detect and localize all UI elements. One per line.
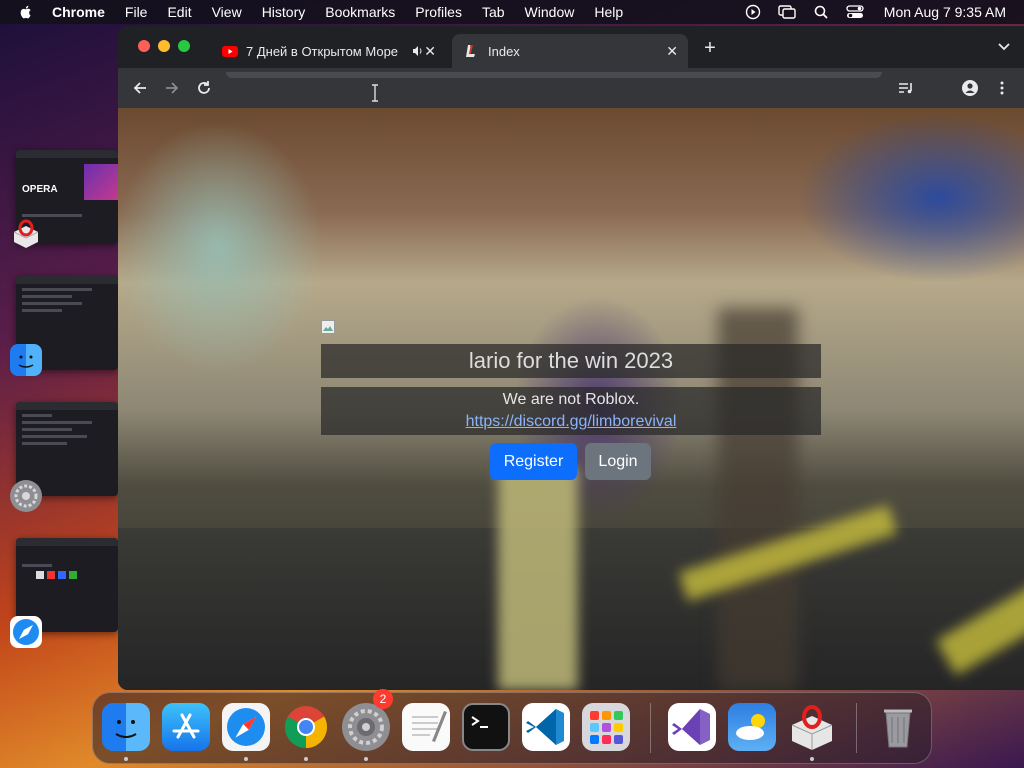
vscode-icon[interactable]: [522, 703, 570, 751]
menu-history[interactable]: History: [262, 4, 306, 20]
menu-edit[interactable]: Edit: [167, 4, 191, 20]
menu-tab[interactable]: Tab: [482, 4, 505, 20]
tab-search-chevron-icon[interactable]: [998, 42, 1010, 52]
chrome-icon[interactable]: [282, 703, 330, 751]
settings-running-dot: [364, 757, 368, 761]
tab-youtube-title: 7 Дней в Открытом Море: [246, 43, 399, 59]
menu-app-name[interactable]: Chrome: [52, 4, 105, 20]
back-arrow-icon[interactable]: [132, 80, 148, 96]
spotlight-search-icon[interactable]: [812, 5, 830, 19]
register-button[interactable]: Register: [490, 443, 577, 480]
safari-icon[interactable]: [222, 703, 270, 751]
system-settings-icon[interactable]: [342, 703, 390, 751]
opera-installer-icon[interactable]: [788, 703, 836, 751]
launchpad-icon[interactable]: [582, 703, 630, 751]
safari-icon[interactable]: [10, 616, 42, 648]
browser-toolbar: [118, 68, 1024, 108]
page-content: lario for the win 2023 We are not Roblox…: [118, 108, 1024, 690]
tab-strip: 7 Дней в Открытом Море ✕ Index ✕ +: [118, 26, 1024, 68]
youtube-icon: [222, 46, 238, 57]
address-bar[interactable]: [226, 72, 882, 78]
tab-index-title: Index: [488, 43, 520, 59]
media-controls-icon[interactable]: [898, 80, 914, 96]
terminal-icon[interactable]: [462, 703, 510, 751]
weather-icon[interactable]: [728, 703, 776, 751]
opera-installer-icon[interactable]: [10, 218, 42, 250]
menu-bar: Chrome File Edit View History Bookmarks …: [0, 0, 1024, 24]
stage-manager-strip: OPERA: [0, 148, 118, 668]
minimize-window-button[interactable]: [158, 40, 170, 52]
opera-thumb-title: OPERA: [22, 184, 58, 195]
tab-index-close-icon[interactable]: ✕: [666, 43, 678, 60]
tab-youtube[interactable]: 7 Дней в Открытом Море ✕: [210, 34, 446, 68]
profile-avatar-icon[interactable]: [962, 80, 978, 96]
menu-profiles[interactable]: Profiles: [415, 4, 462, 20]
textedit-icon[interactable]: [402, 703, 450, 751]
control-center-icon[interactable]: [846, 5, 864, 19]
reload-icon[interactable]: [196, 80, 212, 96]
chrome-running-dot: [304, 757, 308, 761]
app-store-icon[interactable]: [162, 703, 210, 751]
screen-mirroring-icon[interactable]: [778, 5, 796, 19]
tab-youtube-close-icon[interactable]: ✕: [424, 43, 436, 60]
chrome-window: 7 Дней в Открытом Море ✕ Index ✕ + lario…: [118, 26, 1024, 690]
audio-playing-icon[interactable]: [412, 45, 424, 57]
forward-arrow-icon[interactable]: [164, 80, 180, 96]
finder-icon[interactable]: [10, 344, 42, 376]
text-cursor-icon: [372, 84, 378, 102]
discord-link[interactable]: https://discord.gg/limborevival: [321, 413, 821, 431]
more-menu-icon[interactable]: [994, 80, 1010, 96]
dock-separator: [650, 703, 651, 753]
new-tab-button[interactable]: +: [702, 38, 718, 58]
background-yellow-shape: [498, 468, 578, 690]
dock: 2: [92, 689, 932, 764]
page-subtitle: We are not Roblox.: [502, 391, 640, 408]
dock-separator: [856, 703, 857, 753]
menu-view[interactable]: View: [212, 4, 242, 20]
page-title: lario for the win 2023: [321, 344, 821, 378]
settings-notification-badge: 2: [373, 689, 393, 709]
safari-running-dot: [244, 757, 248, 761]
broken-image-icon: [321, 320, 335, 334]
menu-file[interactable]: File: [125, 4, 148, 20]
site-logo-icon: [466, 45, 475, 57]
close-window-button[interactable]: [138, 40, 150, 52]
tab-index[interactable]: Index ✕: [452, 34, 688, 68]
menu-bookmarks[interactable]: Bookmarks: [325, 4, 395, 20]
zoom-window-button[interactable]: [178, 40, 190, 52]
login-button[interactable]: Login: [585, 443, 651, 480]
finder-icon[interactable]: [102, 703, 150, 751]
system-settings-icon[interactable]: [10, 480, 42, 512]
play-circle-icon[interactable]: [744, 4, 762, 20]
visual-studio-icon[interactable]: [668, 703, 716, 751]
menu-window[interactable]: Window: [525, 4, 575, 20]
opera-installer-running-dot: [810, 757, 814, 761]
menu-help[interactable]: Help: [594, 4, 623, 20]
page-subtitle-box: We are not Roblox. https://discord.gg/li…: [321, 387, 821, 435]
finder-running-dot: [124, 757, 128, 761]
trash-icon[interactable]: [874, 703, 922, 751]
apple-icon[interactable]: [18, 4, 34, 20]
menu-clock[interactable]: Mon Aug 7 9:35 AM: [884, 4, 1006, 20]
